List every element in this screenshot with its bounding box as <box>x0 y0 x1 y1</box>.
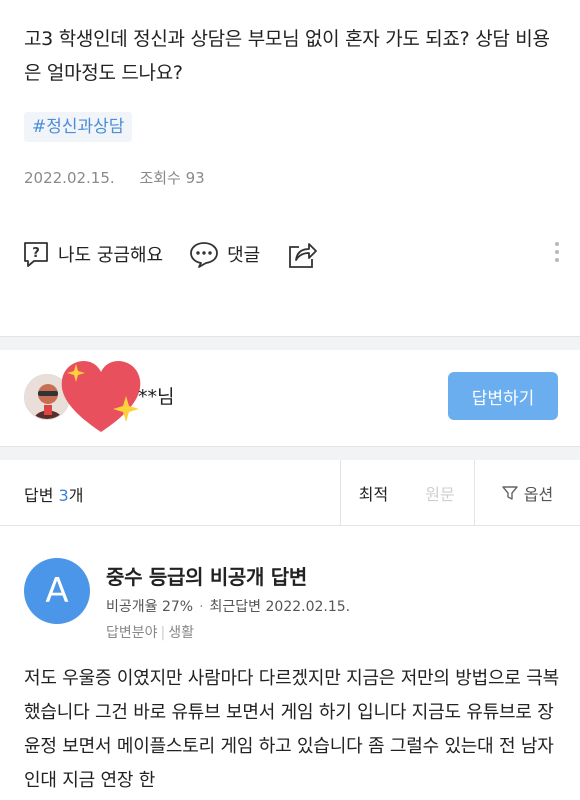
answerer-avatar: A <box>24 558 90 624</box>
answer-count: 답변 3개 <box>24 482 83 506</box>
answer-count-label: 답변 <box>24 486 59 505</box>
answerer-meta: 비공개율 27% · 최근답변 2022.02.15. <box>106 599 351 615</box>
heart-sticker-icon <box>61 360 141 432</box>
speech-bubble-icon <box>190 242 218 268</box>
recent-answer-date: 최근답변 2022.02.15. <box>209 599 351 615</box>
adoption-rate: 비공개율 27% <box>106 599 194 615</box>
comment-button[interactable]: 댓글 <box>189 234 260 274</box>
answer-sort-bar: 답변 3개 최적 원문 옵션 <box>0 460 580 526</box>
options-label: 옵션 <box>523 485 554 504</box>
user-name: **님 <box>138 386 175 408</box>
curious-label: 나도 궁금해요 <box>58 245 164 266</box>
question-text: 고3 학생인데 정신과 상담은 부모님 없이 혼자 가도 되죠? 상담 비용은 … <box>24 28 550 84</box>
share-icon <box>289 243 318 268</box>
answer-field-value: 생활 <box>168 625 195 641</box>
question-actions: ? 나도 궁금해요 댓글 <box>22 234 562 274</box>
answer-field-label: 답변분야 <box>106 625 158 641</box>
sort-best-tab[interactable]: 최적 <box>340 460 406 526</box>
answer-field: 답변분야 | 생활 <box>106 625 195 641</box>
answer-prompt: **님 답변하기 <box>0 352 580 448</box>
question-date: 2022.02.15. <box>24 169 115 187</box>
hashtag-link[interactable]: #정신과상담 <box>24 112 133 142</box>
section-divider <box>0 446 580 460</box>
question-meta: 2022.02.15. 조회수 93 <box>24 167 205 188</box>
original-tab[interactable]: 원문 <box>406 460 474 526</box>
more-options-icon[interactable] <box>552 238 562 270</box>
answer-count-number: 3 <box>58 486 69 505</box>
question-mark-icon: ? <box>24 242 48 267</box>
write-answer-button[interactable]: 답변하기 <box>448 372 558 420</box>
view-count: 조회수 93 <box>139 169 205 187</box>
svg-text:?: ? <box>32 246 40 261</box>
answer-count-suffix: 개 <box>68 486 84 505</box>
options-button[interactable]: 옵션 <box>474 460 580 526</box>
section-divider <box>0 336 580 350</box>
comment-label: 댓글 <box>227 245 261 266</box>
share-button[interactable] <box>286 234 326 274</box>
curious-button[interactable]: ? 나도 궁금해요 <box>22 234 163 274</box>
answer-body: 저도 우울증 이였지만 사람마다 다르겠지만 지금은 저만의 방법으로 극복 했… <box>24 668 559 791</box>
filter-icon <box>502 486 518 500</box>
answerer-title: 중수 등급의 비공개 답변 <box>106 565 307 589</box>
